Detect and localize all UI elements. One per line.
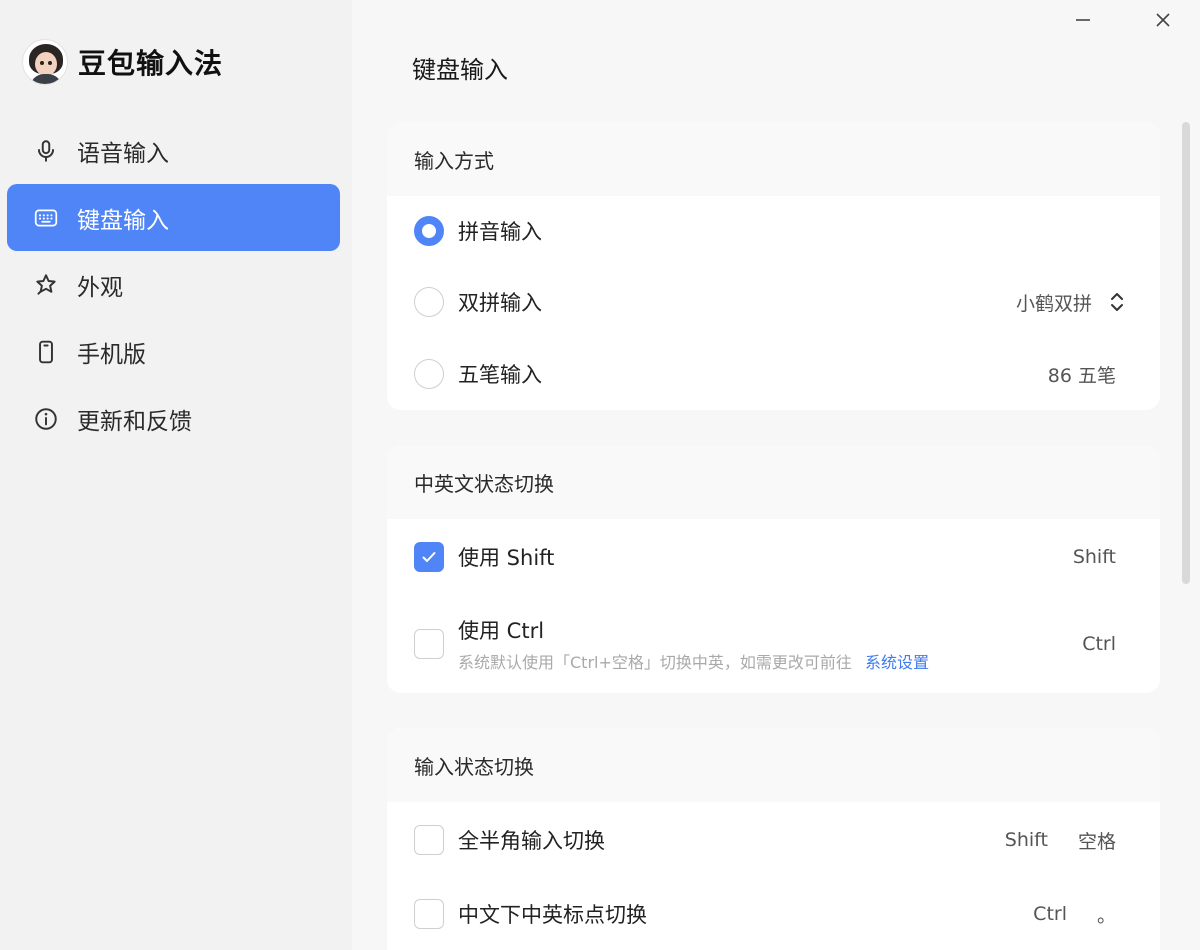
option-note: 系统默认使用「Ctrl+空格」切换中英，如需更改可前往 系统设置	[458, 649, 929, 673]
checkmark-icon	[422, 552, 436, 562]
option-label: 拼音输入	[458, 220, 542, 244]
sidebar-item-appearance[interactable]: 外观	[7, 251, 340, 318]
shift-key-label: Shift	[1072, 546, 1116, 568]
sidebar-item-voice-input[interactable]: 语音输入	[7, 117, 340, 184]
section-heading: 输入状态切换	[387, 728, 1160, 802]
scrollbar[interactable]	[1182, 122, 1190, 584]
star-outline-icon	[33, 272, 59, 298]
section-heading: 输入方式	[387, 122, 1160, 196]
input-method-card: 输入方式 拼音输入 双拼输入 小鹤双拼 五笔输入 86 五笔	[387, 122, 1160, 410]
selected-value: 小鹤双拼	[1015, 292, 1092, 315]
shuangpin-radio[interactable]	[414, 287, 444, 317]
note-text: 系统默认使用「Ctrl+空格」切换中英，如需更改可前往	[458, 653, 852, 672]
punctuation-switch-checkbox[interactable]	[414, 899, 444, 929]
sidebar-item-label: 手机版	[77, 341, 146, 368]
option-text-block: 使用 Ctrl 系统默认使用「Ctrl+空格」切换中英，如需更改可前往 系统设置	[458, 615, 929, 673]
app-logo-avatar	[22, 39, 68, 85]
shortcut-keys[interactable]: Ctrl 。	[1003, 901, 1116, 928]
option-label: 全半角输入切换	[458, 829, 605, 853]
option-label: 使用 Ctrl	[458, 619, 545, 643]
sidebar: 豆包输入法 语音输入 键盘输入 外观 手机版 更新和反馈	[0, 0, 352, 950]
option-full-half-width[interactable]: 全半角输入切换 Shift 空格	[387, 802, 1160, 878]
close-icon	[1156, 13, 1170, 27]
shortcut-key: Ctrl	[1033, 903, 1067, 925]
shortcut-key: 空格	[1077, 830, 1116, 853]
option-shuangpin[interactable]: 双拼输入 小鹤双拼	[387, 266, 1160, 338]
sidebar-item-keyboard-input[interactable]: 键盘输入	[7, 184, 340, 251]
option-label: 五笔输入	[458, 363, 542, 387]
sidebar-item-label: 语音输入	[77, 140, 169, 167]
keyboard-icon	[33, 205, 59, 231]
option-label: 使用 Shift	[458, 546, 555, 570]
shortcut-keys[interactable]: Shift 空格	[975, 827, 1116, 854]
pinyin-radio[interactable]	[414, 216, 444, 246]
use-ctrl-checkbox[interactable]	[414, 629, 444, 659]
section-heading: 中英文状态切换	[387, 445, 1160, 519]
ctrl-key-label: Ctrl	[1082, 633, 1116, 655]
full-half-width-checkbox[interactable]	[414, 825, 444, 855]
use-shift-checkbox[interactable]	[414, 542, 444, 572]
page-title: 键盘输入	[412, 56, 508, 84]
minimize-button[interactable]	[1068, 6, 1098, 34]
brand: 豆包输入法	[22, 38, 223, 86]
option-label: 双拼输入	[458, 291, 542, 315]
info-icon	[33, 406, 59, 432]
wubi-version-value[interactable]: 86 五笔	[1048, 361, 1116, 388]
system-settings-link[interactable]: 系统设置	[865, 653, 929, 672]
main-panel: 键盘输入 输入方式 拼音输入 双拼输入 小鹤双拼 五笔输入 86 五笔 中英文状…	[352, 0, 1200, 950]
close-button[interactable]	[1148, 6, 1178, 34]
phone-icon	[33, 339, 59, 365]
option-punctuation-switch[interactable]: 中文下中英标点切换 Ctrl 。	[387, 878, 1160, 950]
shortcut-key: 。	[1096, 904, 1116, 927]
microphone-icon	[33, 138, 59, 164]
sidebar-item-mobile[interactable]: 手机版	[7, 318, 340, 385]
app-name: 豆包输入法	[78, 47, 224, 80]
input-state-switch-card: 输入状态切换 全半角输入切换 Shift 空格 中文下中英标点切换 Ctrl 。	[387, 728, 1160, 950]
option-label: 中文下中英标点切换	[458, 903, 647, 927]
option-use-shift[interactable]: 使用 Shift Shift	[387, 519, 1160, 595]
shortcut-key: Shift	[1004, 829, 1048, 851]
shuangpin-scheme-select[interactable]: 小鹤双拼	[1016, 288, 1126, 316]
sidebar-item-update-feedback[interactable]: 更新和反馈	[7, 385, 340, 452]
chevron-up-down-icon[interactable]	[1108, 288, 1126, 316]
minimize-icon	[1076, 19, 1090, 21]
cn-en-switch-card: 中英文状态切换 使用 Shift Shift 使用 Ctrl 系统默认使用「Ct…	[387, 445, 1160, 693]
sidebar-item-label: 外观	[77, 274, 123, 301]
option-pinyin[interactable]: 拼音输入	[387, 196, 1160, 266]
sidebar-nav: 语音输入 键盘输入 外观 手机版 更新和反馈	[7, 117, 340, 452]
option-use-ctrl[interactable]: 使用 Ctrl 系统默认使用「Ctrl+空格」切换中英，如需更改可前往 系统设置…	[387, 595, 1160, 693]
option-wubi[interactable]: 五笔输入 86 五笔	[387, 338, 1160, 410]
wubi-radio[interactable]	[414, 359, 444, 389]
sidebar-item-label: 键盘输入	[77, 207, 169, 234]
sidebar-item-label: 更新和反馈	[77, 408, 192, 435]
